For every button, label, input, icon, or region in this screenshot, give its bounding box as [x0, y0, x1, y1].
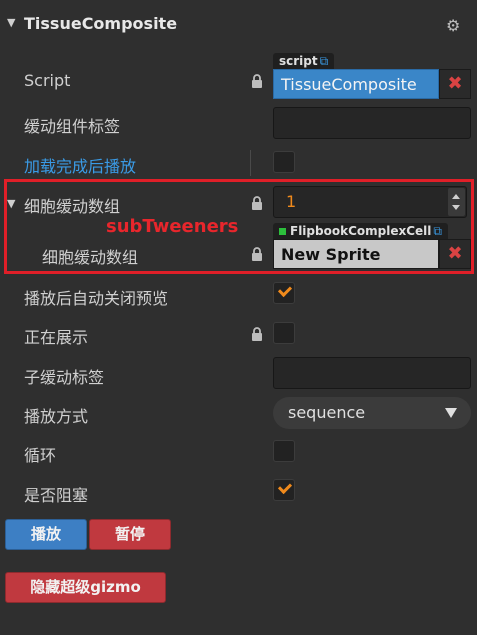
play-mode-select[interactable]: sequence	[273, 397, 471, 429]
expand-arrow-icon[interactable]: ▼	[7, 197, 15, 210]
cell-tweeners-label: 细胞缓动数组	[24, 197, 121, 216]
blocking-label: 是否阻塞	[24, 486, 89, 505]
external-link-icon[interactable]: ⧉	[433, 224, 442, 238]
node-type-icon	[279, 228, 286, 235]
loop-checkbox[interactable]	[273, 440, 295, 462]
pause-button[interactable]: 暂停	[89, 519, 171, 550]
blocking-checkbox[interactable]	[273, 479, 295, 501]
play-button[interactable]: 播放	[5, 519, 87, 550]
tween-tag-input[interactable]	[273, 107, 471, 139]
item-type-tag: FlipbookComplexCell ⧉	[273, 223, 448, 239]
play-mode-value: sequence	[288, 403, 366, 422]
script-field[interactable]: TissueComposite	[273, 69, 439, 99]
lock-icon	[251, 247, 263, 261]
sub-tween-tag-label: 子缓动标签	[24, 368, 105, 387]
showing-label: 正在展示	[24, 328, 89, 347]
script-type-label: script	[279, 54, 318, 68]
stepper-up-icon[interactable]	[452, 194, 460, 199]
external-link-icon[interactable]: ⧉	[320, 54, 329, 68]
lock-icon	[251, 74, 263, 88]
stepper-down-icon[interactable]	[452, 205, 460, 210]
cell-tweener-item-label: 细胞缓动数组	[42, 248, 139, 267]
gear-icon[interactable]: ⚙	[446, 16, 460, 35]
hide-gizmo-button[interactable]: 隐藏超级gizmo	[5, 572, 166, 603]
sub-tween-tag-input[interactable]	[273, 357, 471, 389]
script-type-tag: script ⧉	[273, 53, 335, 69]
script-label: Script	[24, 71, 71, 90]
count-stepper[interactable]	[448, 188, 465, 216]
component-header: ▼ TissueComposite ⚙	[0, 0, 477, 50]
divider	[250, 150, 251, 176]
play-mode-label: 播放方式	[24, 407, 89, 426]
play-on-load-checkbox[interactable]	[273, 151, 295, 173]
lock-icon	[251, 327, 263, 341]
showing-checkbox[interactable]	[273, 322, 295, 344]
item-type-label: FlipbookComplexCell	[290, 224, 432, 238]
auto-close-preview-checkbox[interactable]	[273, 282, 295, 304]
script-clear-button[interactable]: ✖	[439, 69, 471, 99]
play-on-load-label[interactable]: 加载完成后播放	[24, 153, 136, 177]
item-clear-button[interactable]: ✖	[439, 239, 471, 269]
loop-label: 循环	[24, 446, 57, 465]
cell-tweener-item-field[interactable]: New Sprite	[273, 239, 439, 269]
cell-tweeners-count-input[interactable]: 1	[273, 186, 467, 218]
auto-close-preview-label: 播放后自动关闭预览	[24, 289, 169, 308]
collapse-arrow-icon[interactable]: ▼	[7, 16, 15, 29]
chevron-down-icon	[445, 408, 457, 418]
tween-tag-label: 缓动组件标签	[24, 117, 121, 136]
annotation-text: subTweeners	[106, 216, 239, 237]
component-title: TissueComposite	[24, 14, 178, 33]
lock-icon	[251, 196, 263, 210]
